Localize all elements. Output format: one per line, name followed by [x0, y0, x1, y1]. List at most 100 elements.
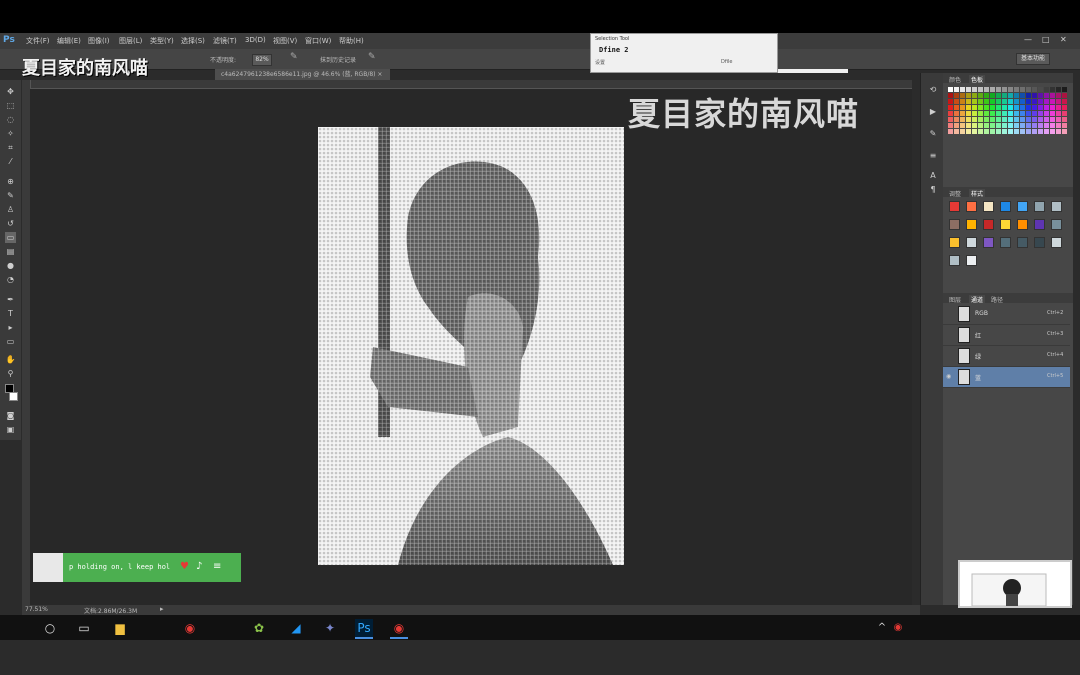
swatch-chip[interactable]: [1056, 111, 1061, 116]
swatch-chip[interactable]: [1026, 93, 1031, 98]
swatch-chip[interactable]: [984, 87, 989, 92]
style-preset[interactable]: [949, 237, 960, 248]
pressure-icon[interactable]: ✎: [368, 52, 376, 62]
swatch-chip[interactable]: [954, 129, 959, 134]
visibility-eye-icon[interactable]: [946, 331, 953, 338]
close-button[interactable]: ✕: [1060, 35, 1067, 44]
eyedropper-icon[interactable]: ⁄: [5, 156, 16, 167]
style-preset[interactable]: [949, 201, 960, 212]
style-preset[interactable]: [1051, 219, 1062, 230]
character-icon[interactable]: A: [928, 171, 938, 181]
swatch-chip[interactable]: [984, 123, 989, 128]
swatch-chip[interactable]: [1050, 99, 1055, 104]
swatch-chip[interactable]: [1014, 111, 1019, 116]
swatch-chip[interactable]: [960, 93, 965, 98]
pen-tool-icon[interactable]: ✒: [5, 294, 16, 305]
swatch-chip[interactable]: [966, 111, 971, 116]
swatch-chip[interactable]: [972, 111, 977, 116]
swatch-chip[interactable]: [954, 111, 959, 116]
document-tab[interactable]: c4a6247961238e6586e11.jpg @ 46.6% (蓝, RG…: [215, 69, 390, 80]
swatch-chip[interactable]: [1044, 129, 1049, 134]
style-preset[interactable]: [983, 237, 994, 248]
swatch-chip[interactable]: [984, 99, 989, 104]
minimize-button[interactable]: —: [1024, 35, 1032, 44]
styles-grid[interactable]: [949, 201, 1069, 273]
background-color-icon[interactable]: [9, 392, 18, 401]
opacity-input[interactable]: 82%: [252, 54, 272, 66]
swatch-chip[interactable]: [948, 129, 953, 134]
swatch-chip[interactable]: [1044, 111, 1049, 116]
swatch-chip[interactable]: [1038, 93, 1043, 98]
history-brush-icon[interactable]: ↺: [5, 218, 16, 229]
swatch-chip[interactable]: [1038, 87, 1043, 92]
swatch-chip[interactable]: [1032, 117, 1037, 122]
menu-edit[interactable]: 编辑(E): [57, 36, 81, 46]
type-tool-icon[interactable]: T: [5, 308, 16, 319]
swatch-chip[interactable]: [1038, 123, 1043, 128]
style-preset[interactable]: [949, 219, 960, 230]
airbrush-icon[interactable]: ✎: [290, 52, 298, 62]
style-preset[interactable]: [1051, 237, 1062, 248]
menu-window[interactable]: 窗口(W): [305, 36, 331, 46]
photoshop-taskbar-icon[interactable]: Ps: [355, 619, 373, 639]
netease-music-icon[interactable]: ◉: [181, 619, 199, 637]
swatch-chip[interactable]: [1020, 105, 1025, 110]
start-circle-icon[interactable]: ○: [41, 619, 59, 637]
lasso-tool-icon[interactable]: ◌: [5, 114, 16, 125]
swatches-grid[interactable]: [948, 87, 1068, 135]
swatch-chip[interactable]: [1062, 111, 1067, 116]
swatch-chip[interactable]: [1032, 87, 1037, 92]
swatch-chip[interactable]: [990, 117, 995, 122]
swatch-chip[interactable]: [996, 129, 1001, 134]
swatch-chip[interactable]: [966, 123, 971, 128]
swatch-chip[interactable]: [966, 117, 971, 122]
swatch-chip[interactable]: [1020, 99, 1025, 104]
status-menu-arrow-icon[interactable]: ▸: [160, 605, 164, 613]
menu-select[interactable]: 选择(S): [181, 36, 205, 46]
style-preset[interactable]: [983, 219, 994, 230]
swatch-chip[interactable]: [1020, 129, 1025, 134]
swatch-chip[interactable]: [954, 99, 959, 104]
brush-presets-icon[interactable]: ✎: [928, 129, 938, 139]
swatch-chip[interactable]: [990, 129, 995, 134]
swatch-chip[interactable]: [1032, 111, 1037, 116]
swatch-chip[interactable]: [1020, 111, 1025, 116]
color-app-icon[interactable]: ✿: [250, 619, 268, 637]
swatch-chip[interactable]: [978, 111, 983, 116]
visibility-eye-icon[interactable]: ◉: [946, 373, 953, 380]
swatch-chip[interactable]: [1002, 87, 1007, 92]
swatch-chip[interactable]: [966, 93, 971, 98]
visibility-eye-icon[interactable]: [946, 310, 953, 317]
hand-tool-icon[interactable]: ✋: [5, 354, 16, 365]
style-preset[interactable]: [966, 237, 977, 248]
swatch-chip[interactable]: [978, 123, 983, 128]
swatch-chip[interactable]: [972, 99, 977, 104]
swatch-chip[interactable]: [1002, 111, 1007, 116]
marquee-tool-icon[interactable]: ⬚: [5, 100, 16, 111]
swatch-chip[interactable]: [1044, 93, 1049, 98]
visibility-eye-icon[interactable]: [946, 352, 953, 359]
swatch-chip[interactable]: [1050, 129, 1055, 134]
swatch-chip[interactable]: [978, 117, 983, 122]
swatch-chip[interactable]: [1002, 129, 1007, 134]
swatch-chip[interactable]: [978, 93, 983, 98]
swatch-chip[interactable]: [1008, 129, 1013, 134]
app-blue-icon[interactable]: ◢: [287, 619, 305, 637]
record-icon[interactable]: ◉: [390, 619, 408, 639]
style-preset[interactable]: [1034, 219, 1045, 230]
swatch-chip[interactable]: [996, 87, 1001, 92]
swatch-chip[interactable]: [954, 123, 959, 128]
volume-icon[interactable]: ♪: [196, 561, 202, 572]
channel-row-red[interactable]: 红 Ctrl+3: [943, 325, 1070, 346]
style-preset[interactable]: [966, 201, 977, 212]
erase-to-history-label[interactable]: 抹到历史记录: [320, 55, 356, 64]
style-preset[interactable]: [1000, 219, 1011, 230]
swatch-chip[interactable]: [1044, 99, 1049, 104]
swatch-chip[interactable]: [1044, 123, 1049, 128]
paragraph-icon[interactable]: ¶: [928, 185, 938, 195]
swatch-chip[interactable]: [1008, 99, 1013, 104]
swatch-chip[interactable]: [1062, 129, 1067, 134]
heart-icon[interactable]: ♥: [180, 561, 189, 572]
app-purple-icon[interactable]: ✦: [321, 619, 339, 637]
swatch-chip[interactable]: [1026, 99, 1031, 104]
